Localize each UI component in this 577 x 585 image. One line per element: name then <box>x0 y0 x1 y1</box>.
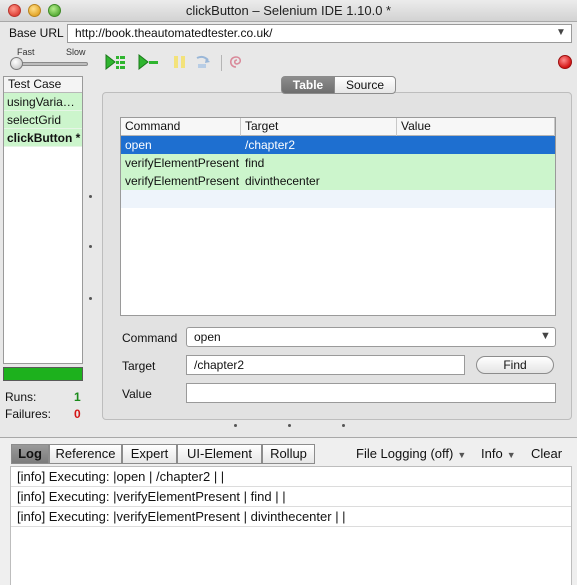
test-progress-bar <box>3 367 83 381</box>
target-cell: /chapter2 <box>245 138 296 152</box>
command-cell: open <box>125 138 152 152</box>
rollup-button[interactable] <box>226 54 248 70</box>
test-case-panel: Test Case usingVaria… selectGrid clickBu… <box>3 76 83 364</box>
record-button[interactable] <box>558 55 572 69</box>
speed-slow-label: Slow <box>66 47 86 57</box>
horizontal-splitter[interactable] <box>234 424 346 428</box>
play-test-suite-button[interactable] <box>104 53 126 71</box>
failures-count: 0 <box>74 407 81 421</box>
chevron-down-icon: ▼ <box>457 450 467 460</box>
table-row-empty[interactable] <box>121 190 555 208</box>
target-input[interactable]: /chapter2 <box>186 355 465 375</box>
tab-expert[interactable]: Expert <box>122 444 177 464</box>
target-cell: find <box>245 156 265 170</box>
target-cell: divinthecenter <box>245 174 320 188</box>
test-case-item[interactable]: selectGrid <box>4 111 82 129</box>
title-bar: clickButton – Selenium IDE 1.10.0 * <box>0 0 577 22</box>
toolbar-separator <box>221 55 222 71</box>
tab-table[interactable]: Table <box>281 76 335 94</box>
command-cell: verifyElementPresent <box>125 156 240 170</box>
base-url-bar: Base URL http://book.theautomatedtester.… <box>0 22 577 44</box>
pause-button[interactable] <box>170 54 192 70</box>
vertical-splitter[interactable] <box>89 195 92 305</box>
step-icon <box>196 55 210 68</box>
rollup-swirl-icon <box>229 56 242 68</box>
command-label: Command <box>122 331 178 345</box>
find-button[interactable]: Find <box>476 356 554 374</box>
tab-source[interactable]: Source <box>334 76 396 94</box>
play-test-icon <box>138 53 158 71</box>
column-header-target[interactable]: Target <box>241 118 397 136</box>
clear-log-button[interactable]: Clear <box>531 446 562 461</box>
test-case-item-current[interactable]: clickButton * <box>4 129 82 147</box>
file-logging-label: File Logging (off) <box>356 446 454 461</box>
table-row[interactable]: verifyElementPresent find <box>121 154 555 172</box>
command-table: Command Target Value open /chapter2 veri… <box>120 117 556 316</box>
value-cell <box>397 154 555 172</box>
tab-ui-element[interactable]: UI-Element <box>177 444 262 464</box>
test-case-header: Test Case <box>4 77 82 93</box>
tab-reference[interactable]: Reference <box>49 444 122 464</box>
speed-fast-label: Fast <box>17 47 35 57</box>
test-case-item[interactable]: usingVaria… <box>4 93 82 111</box>
step-button[interactable] <box>193 54 215 70</box>
failures-label: Failures: <box>5 407 52 421</box>
tab-log[interactable]: Log <box>11 444 49 464</box>
speed-slider-track[interactable] <box>16 62 88 66</box>
pause-icon <box>174 56 185 68</box>
value-cell <box>397 172 555 190</box>
value-cell <box>397 136 555 154</box>
play-suite-icon <box>105 53 125 71</box>
chevron-down-icon: ▼ <box>506 450 516 460</box>
log-line: [info] Executing: |verifyElementPresent … <box>11 507 571 527</box>
log-line: [info] Executing: |open | /chapter2 | | <box>11 467 571 487</box>
target-label: Target <box>122 359 156 373</box>
tab-rollup[interactable]: Rollup <box>262 444 315 464</box>
table-row[interactable]: open /chapter2 <box>121 136 555 154</box>
log-level-label: Info <box>481 446 503 461</box>
value-input[interactable] <box>186 383 556 403</box>
toolbar: Fast Slow <box>0 46 577 74</box>
command-select[interactable]: open <box>186 327 556 347</box>
log-level-menu[interactable]: Info ▼ <box>481 446 516 461</box>
command-cell: verifyElementPresent <box>125 174 240 188</box>
command-dropdown-arrow-icon[interactable]: ▼ <box>540 330 551 342</box>
runs-count: 1 <box>74 390 81 404</box>
log-panel: Log Reference Expert UI-Element Rollup F… <box>0 437 577 585</box>
runs-label: Runs: <box>5 390 37 404</box>
speed-slider-knob[interactable] <box>10 57 23 70</box>
base-url-input[interactable]: http://book.theautomatedtester.co.uk/ <box>67 24 572 43</box>
table-row[interactable]: verifyElementPresent divinthecenter <box>121 172 555 190</box>
base-url-label: Base URL <box>9 26 64 40</box>
column-header-command[interactable]: Command <box>121 118 241 136</box>
url-dropdown-arrow-icon[interactable]: ▼ <box>556 27 566 38</box>
window-title: clickButton – Selenium IDE 1.10.0 * <box>185 3 392 18</box>
file-logging-menu[interactable]: File Logging (off) ▼ <box>356 446 466 461</box>
column-header-value[interactable]: Value <box>397 118 555 136</box>
play-current-test-button[interactable] <box>137 53 159 71</box>
value-label: Value <box>122 387 152 401</box>
command-table-header: Command Target Value <box>121 118 555 136</box>
log-content: [info] Executing: |open | /chapter2 | | … <box>10 466 572 585</box>
log-line: [info] Executing: |verifyElementPresent … <box>11 487 571 507</box>
